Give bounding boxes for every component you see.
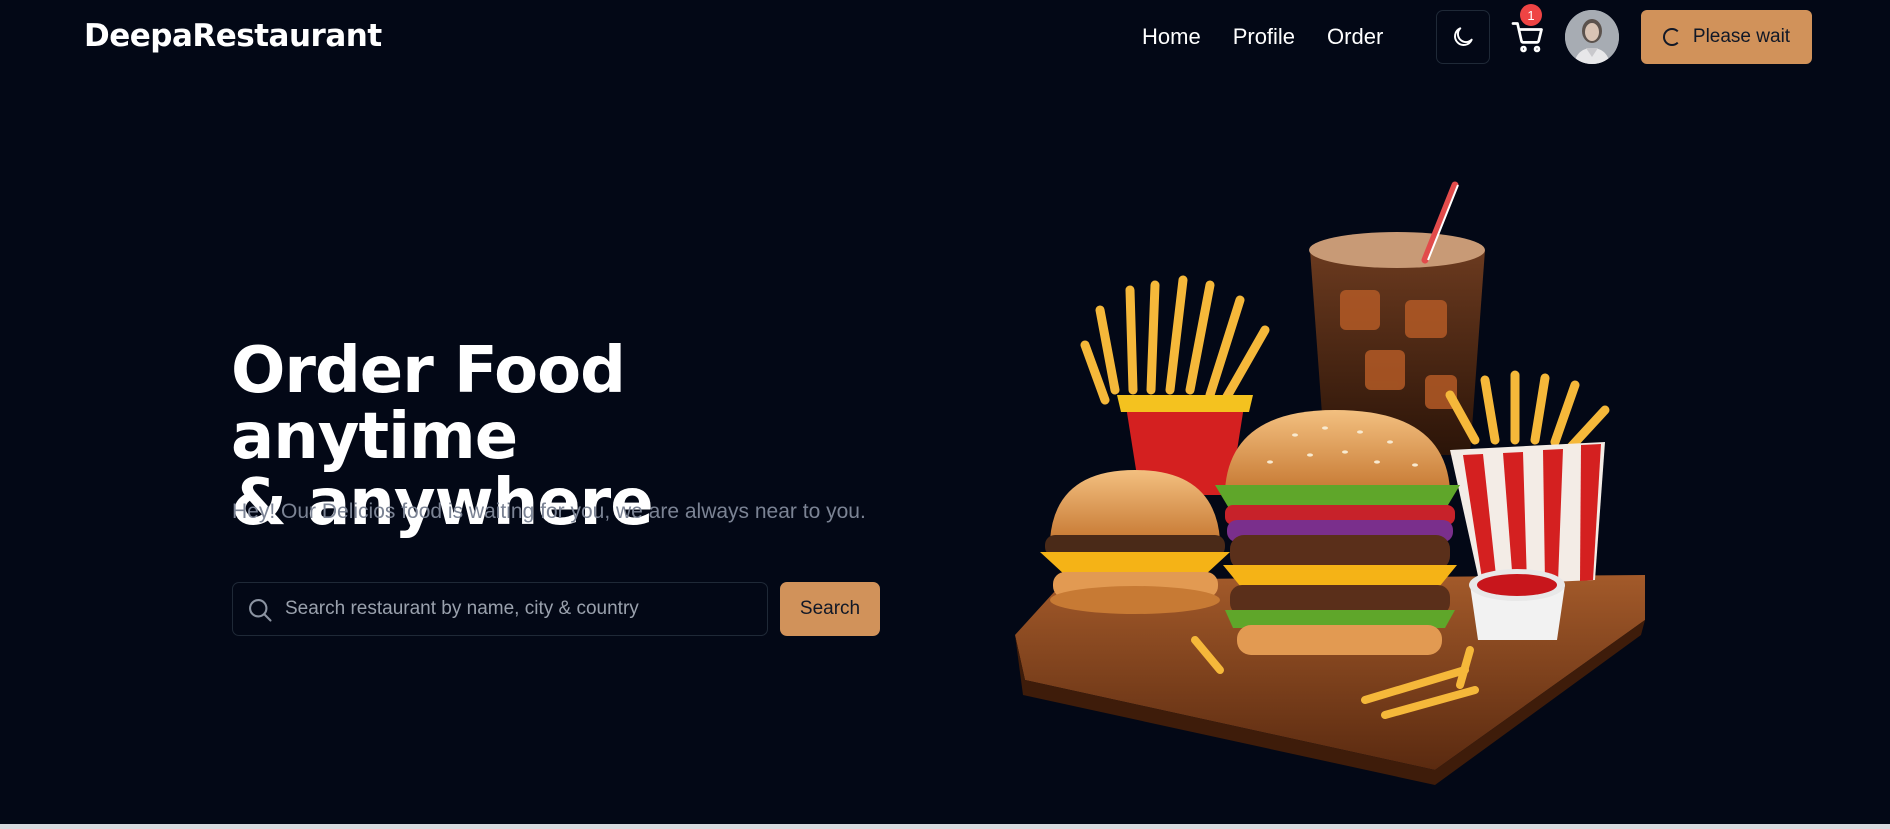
user-avatar[interactable]: [1565, 10, 1619, 64]
bottom-divider: [0, 824, 1890, 829]
nav-link-profile[interactable]: Profile: [1233, 24, 1295, 50]
cart-count-badge: 1: [1520, 4, 1542, 26]
search-input[interactable]: [285, 583, 755, 635]
brand-logo[interactable]: DeepaRestaurant: [84, 18, 382, 54]
search-button[interactable]: Search: [780, 582, 880, 636]
please-wait-button[interactable]: Please wait: [1641, 10, 1812, 64]
navbar: DeepaRestaurant Home Profile Order 1 Ple…: [0, 0, 1890, 76]
hero-title-line1: Order Food anytime: [231, 334, 626, 474]
nav-link-home[interactable]: Home: [1142, 24, 1201, 50]
landing-page: DeepaRestaurant Home Profile Order 1 Ple…: [0, 0, 1890, 829]
search-box: [232, 582, 768, 636]
moon-icon: [1454, 27, 1473, 46]
avatar-image: [1565, 10, 1619, 64]
nav-links: Home Profile Order: [1142, 24, 1383, 50]
burger-large: [1215, 410, 1460, 655]
search-icon: [249, 599, 272, 622]
hero-subtitle: Hey! Our Delicios food is waiting for yo…: [232, 500, 866, 523]
theme-toggle-button[interactable]: [1436, 10, 1490, 64]
food-illustration: [1015, 181, 1645, 785]
please-wait-label: Please wait: [1692, 26, 1791, 47]
ketchup-cup: [1469, 569, 1565, 640]
nav-link-order[interactable]: Order: [1327, 24, 1383, 50]
loading-spinner-icon: [1662, 28, 1681, 46]
